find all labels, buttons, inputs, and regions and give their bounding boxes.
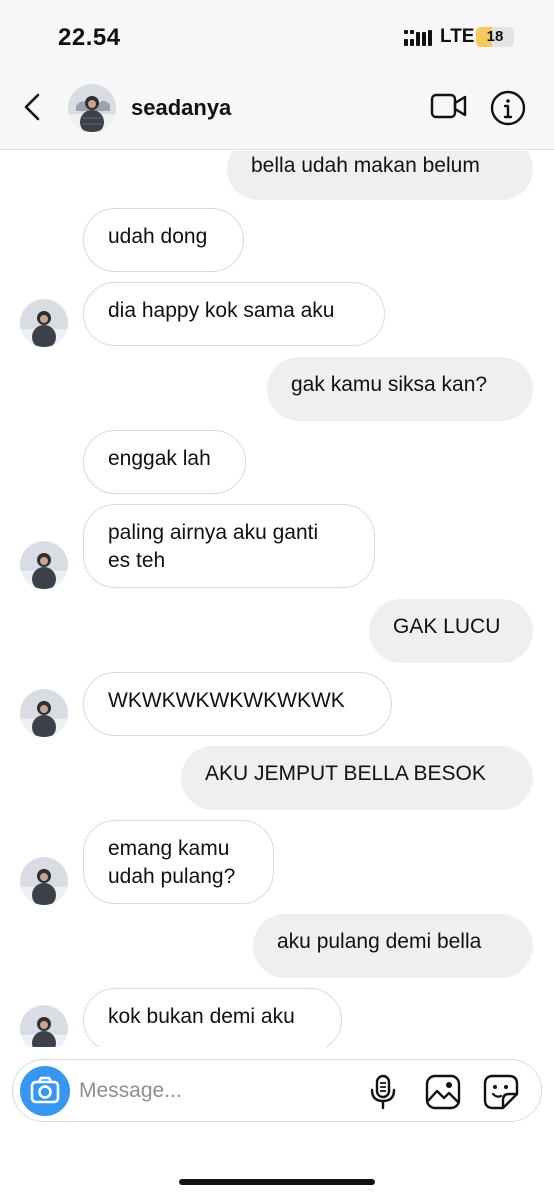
profile-photo-icon [68, 84, 116, 132]
sender-avatar[interactable] [20, 299, 68, 347]
message-thread[interactable]: bella udah makan belum udah dong dia hap… [0, 151, 554, 1047]
message-bubble[interactable]: gak kamu siksa kan? [267, 357, 533, 421]
username[interactable]: seadanya [131, 95, 231, 121]
message-bubble[interactable]: kok bukan demi aku [83, 988, 342, 1047]
camera-icon [30, 1076, 60, 1104]
message-bubble[interactable]: udah dong [83, 208, 244, 272]
message-input[interactable] [79, 1072, 339, 1110]
microphone-icon[interactable] [369, 1074, 397, 1110]
sender-avatar[interactable] [20, 541, 68, 589]
sender-avatar[interactable] [20, 689, 68, 737]
sticker-icon[interactable] [483, 1074, 519, 1110]
camera-button[interactable] [20, 1066, 70, 1116]
message-bubble[interactable]: emang kamu udah pulang? [83, 820, 274, 904]
profile-photo-icon [20, 541, 68, 589]
message-bubble[interactable]: WKWKWKWKWKWKWK [83, 672, 392, 736]
status-time: 22.54 [58, 24, 121, 51]
battery-level: 18 [486, 28, 504, 45]
profile-photo-icon [20, 299, 68, 347]
message-bubble[interactable]: AKU JEMPUT BELLA BESOK [181, 746, 533, 810]
message-bubble[interactable]: enggak lah [83, 430, 246, 494]
battery-icon: 18 [476, 27, 514, 47]
gallery-icon[interactable] [425, 1074, 461, 1110]
message-composer [12, 1059, 542, 1122]
message-bubble[interactable]: aku pulang demi bella [253, 914, 533, 978]
sender-avatar[interactable] [20, 1005, 68, 1047]
profile-photo-icon [20, 689, 68, 737]
header-avatar[interactable] [68, 84, 116, 132]
profile-photo-icon [20, 1005, 68, 1047]
message-bubble[interactable]: GAK LUCU [369, 599, 533, 663]
message-bubble[interactable]: bella udah makan belum [227, 151, 533, 200]
profile-photo-icon [20, 857, 68, 905]
sender-avatar[interactable] [20, 857, 68, 905]
network-label: LTE [440, 26, 475, 47]
cellular-signal-icon [404, 30, 434, 46]
info-icon[interactable] [490, 90, 526, 126]
top-bar: 22.54 LTE 18 seadanya [0, 0, 554, 150]
home-indicator [179, 1179, 375, 1185]
message-bubble[interactable]: paling airnya aku ganti es teh [83, 504, 375, 588]
back-arrow-icon[interactable] [20, 92, 46, 122]
message-bubble[interactable]: dia happy kok sama aku [83, 282, 385, 346]
video-call-icon[interactable] [430, 92, 468, 120]
